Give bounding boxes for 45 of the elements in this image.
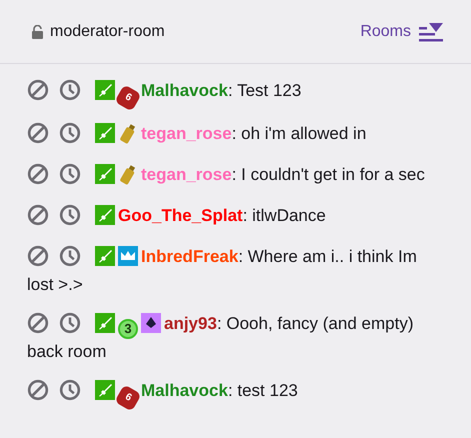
username[interactable]: tegan_rose bbox=[141, 124, 232, 143]
spray-can-icon bbox=[118, 163, 138, 185]
room-name: moderator-room bbox=[50, 22, 165, 42]
sword-badge-icon bbox=[95, 380, 115, 400]
sword-badge-icon bbox=[95, 313, 115, 333]
clock-icon[interactable] bbox=[59, 312, 81, 334]
list-caret-icon bbox=[419, 20, 445, 42]
username[interactable]: anjy93 bbox=[164, 314, 217, 333]
sword-badge-icon bbox=[95, 246, 115, 266]
message-text: : I couldn't get in for a sec bbox=[232, 165, 425, 184]
message-text: lost >.> bbox=[27, 274, 84, 296]
sword-badge-icon bbox=[95, 80, 115, 100]
message-text: : test 123 bbox=[228, 381, 298, 400]
crown-icon bbox=[118, 246, 138, 266]
message-text: : Where am i.. i think Im bbox=[238, 247, 417, 266]
sword-badge-icon bbox=[95, 164, 115, 184]
username[interactable]: Malhavock bbox=[141, 381, 228, 400]
spray-can-icon bbox=[118, 122, 138, 144]
ban-icon[interactable] bbox=[27, 379, 49, 401]
ban-icon[interactable] bbox=[27, 245, 49, 267]
message-text: : Oooh, fancy (and empty) bbox=[216, 314, 414, 333]
clock-icon[interactable] bbox=[59, 122, 81, 144]
clock-icon[interactable] bbox=[59, 379, 81, 401]
sword-badge-icon bbox=[95, 205, 115, 225]
ban-icon[interactable] bbox=[27, 122, 49, 144]
username[interactable]: tegan_rose bbox=[141, 165, 232, 184]
clock-icon[interactable] bbox=[59, 204, 81, 226]
ban-icon[interactable] bbox=[27, 204, 49, 226]
username[interactable]: Malhavock bbox=[141, 81, 228, 100]
message-text: back room bbox=[27, 341, 108, 363]
ban-icon[interactable] bbox=[27, 79, 49, 101]
gem-badge-icon bbox=[141, 313, 161, 333]
rooms-button[interactable]: Rooms bbox=[360, 20, 445, 44]
sub-badge: 3 bbox=[118, 318, 138, 338]
clock-icon[interactable] bbox=[59, 163, 81, 185]
message-text: : itlwDance bbox=[242, 206, 326, 225]
sword-badge-icon bbox=[95, 123, 115, 143]
username[interactable]: Goo_The_Splat bbox=[118, 206, 243, 225]
ban-icon[interactable] bbox=[27, 312, 49, 334]
clock-icon[interactable] bbox=[59, 79, 81, 101]
username[interactable]: InbredFreak bbox=[141, 247, 238, 266]
message-text: : Test 123 bbox=[228, 81, 302, 100]
ban-icon[interactable] bbox=[27, 163, 49, 185]
clock-icon[interactable] bbox=[59, 245, 81, 267]
message-text: : oh i'm allowed in bbox=[232, 124, 366, 143]
